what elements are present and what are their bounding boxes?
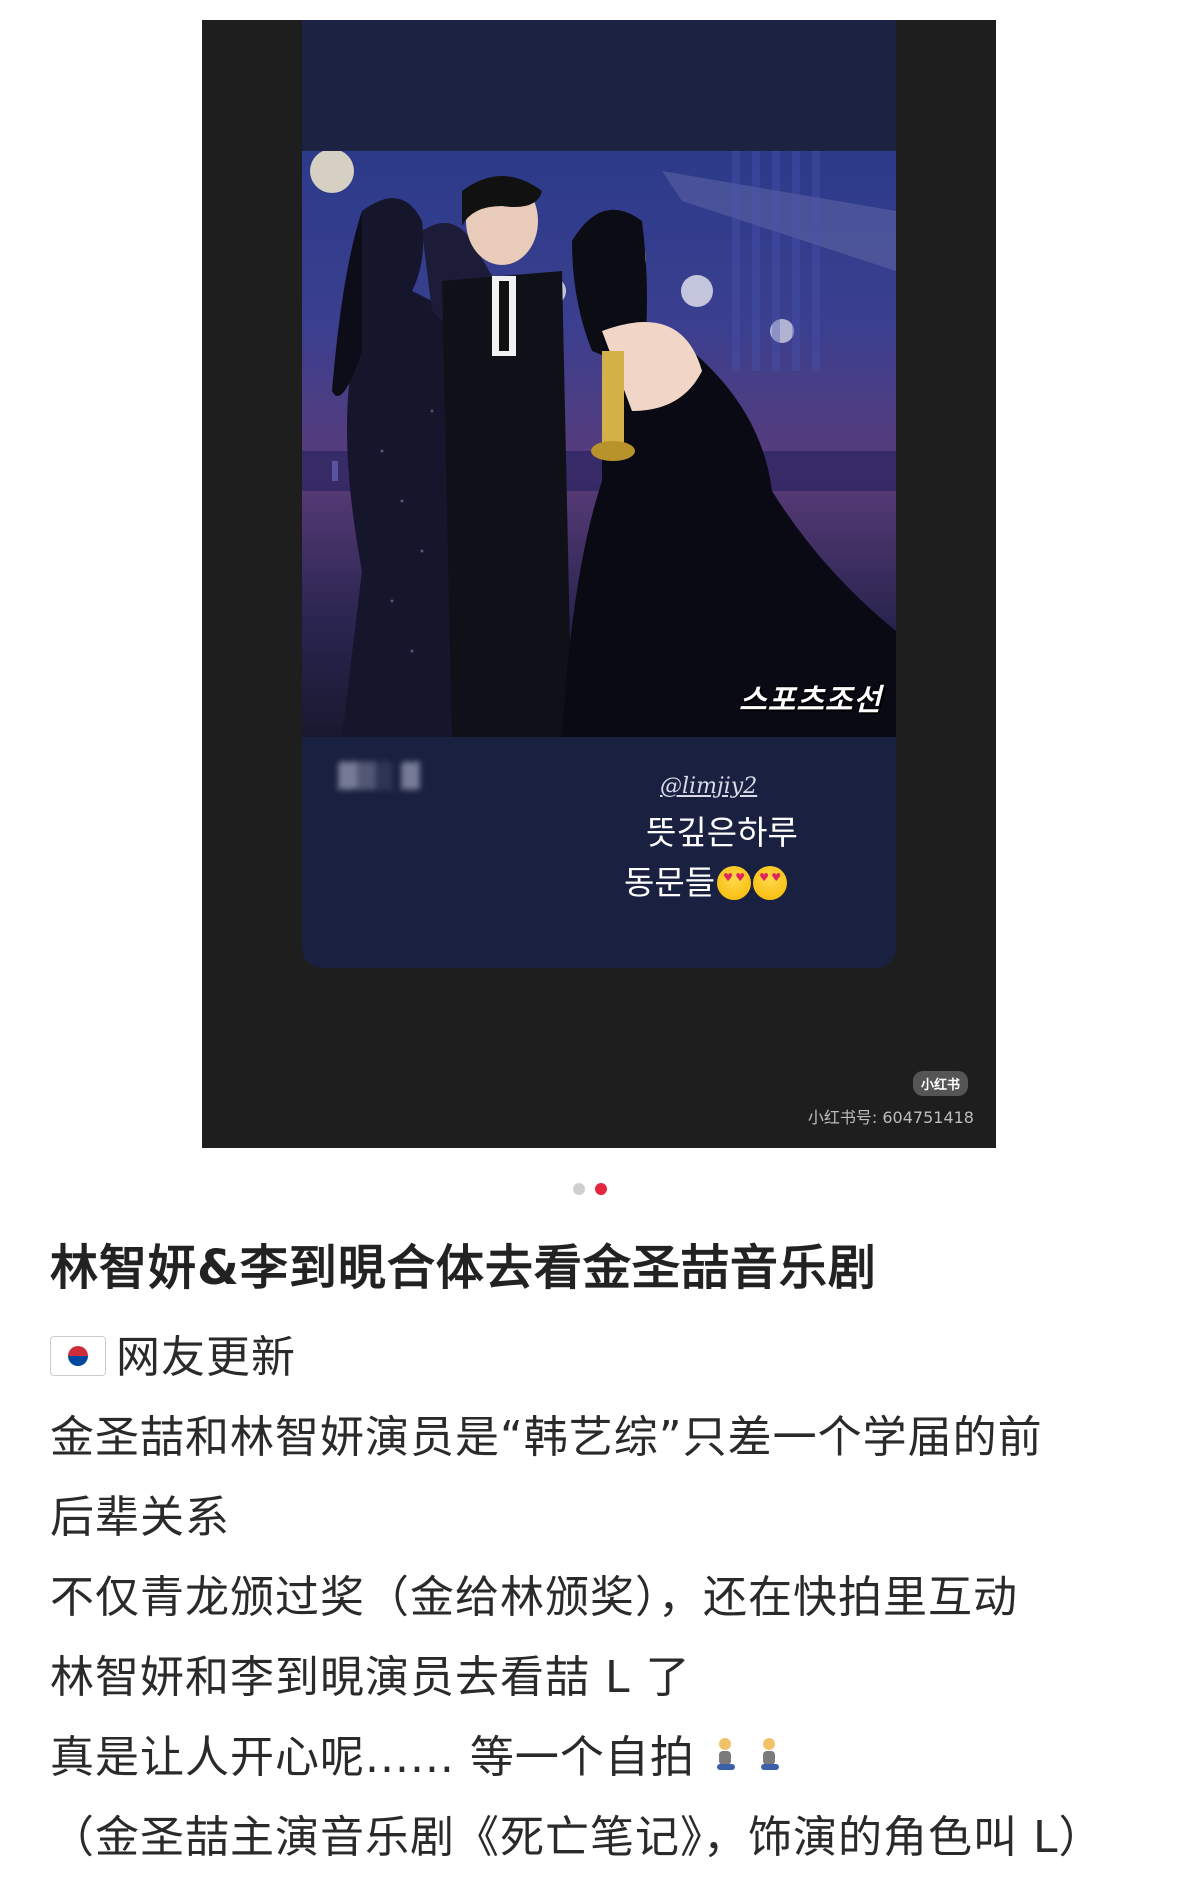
story-caption: @limjiy2 뜻깊은하루 동문들: [302, 740, 896, 968]
post-line: 不仅青龙颁过奖（金给林颁奖），还在快拍里互动: [50, 1572, 1018, 1623]
post-line: 金圣喆和林智妍演员是“韩艺综”只差一个学届的前: [50, 1412, 1043, 1463]
caption-line-2: 동문들: [624, 856, 884, 904]
post-line: 后辈关系: [50, 1492, 230, 1543]
heart-eyes-emoji-icon: [717, 866, 752, 900]
heart-eyes-emoji-icon: [753, 866, 788, 900]
post-line-text: 网友更新: [116, 1332, 296, 1383]
story-image-frame[interactable]: 스포츠조선 ▓▒░ ▓ @limjiy2 뜻깊은하루 동문들 小红书 小红书号:…: [202, 20, 996, 1148]
post-line: 网友更新: [50, 1318, 1140, 1398]
post-body: 网友更新 金圣喆和林智妍演员是“韩艺综”只差一个学届的前 后辈关系 不仅青龙颁过…: [50, 1318, 1140, 1878]
caption-line-2-text: 동문들: [624, 863, 716, 902]
pagination-dot[interactable]: [572, 1183, 585, 1195]
post-line: （金圣喆主演音乐剧《死亡笔记》，饰演的角色叫 L）: [50, 1812, 1104, 1863]
caption-line-1: 뜻깊은하루: [646, 813, 798, 852]
photo-illustration: [302, 151, 896, 737]
photo-source-watermark: 스포츠조선: [739, 683, 882, 718]
xiaohongshu-logo: 小红书: [912, 1071, 968, 1096]
korea-flag-icon: [50, 1336, 106, 1376]
pagination-dot-active[interactable]: [594, 1183, 607, 1195]
award-photo: 스포츠조선: [302, 151, 896, 737]
post-title: 林智妍&李到晛合体去看金圣喆音乐剧: [50, 1240, 877, 1296]
post-line: 林智妍和李到晛演员去看喆 L 了: [50, 1652, 691, 1703]
story-top-band: [302, 20, 896, 151]
kneeling-person-icon: [716, 1738, 735, 1770]
post-line-text: 真是让人开心呢...... 等一个自拍: [50, 1732, 695, 1783]
instagram-story-card: 스포츠조선 ▓▒░ ▓ @limjiy2 뜻깊은하루 동문들: [302, 20, 896, 968]
mention-tag[interactable]: @limjiy2: [660, 774, 757, 799]
kneeling-person-icon: [760, 1738, 779, 1770]
xiaohongshu-id: 小红书号: 604751418: [807, 1108, 974, 1127]
carousel-pagination: [0, 1180, 1179, 1199]
post-line: 真是让人开心呢...... 等一个自拍: [50, 1718, 1140, 1798]
